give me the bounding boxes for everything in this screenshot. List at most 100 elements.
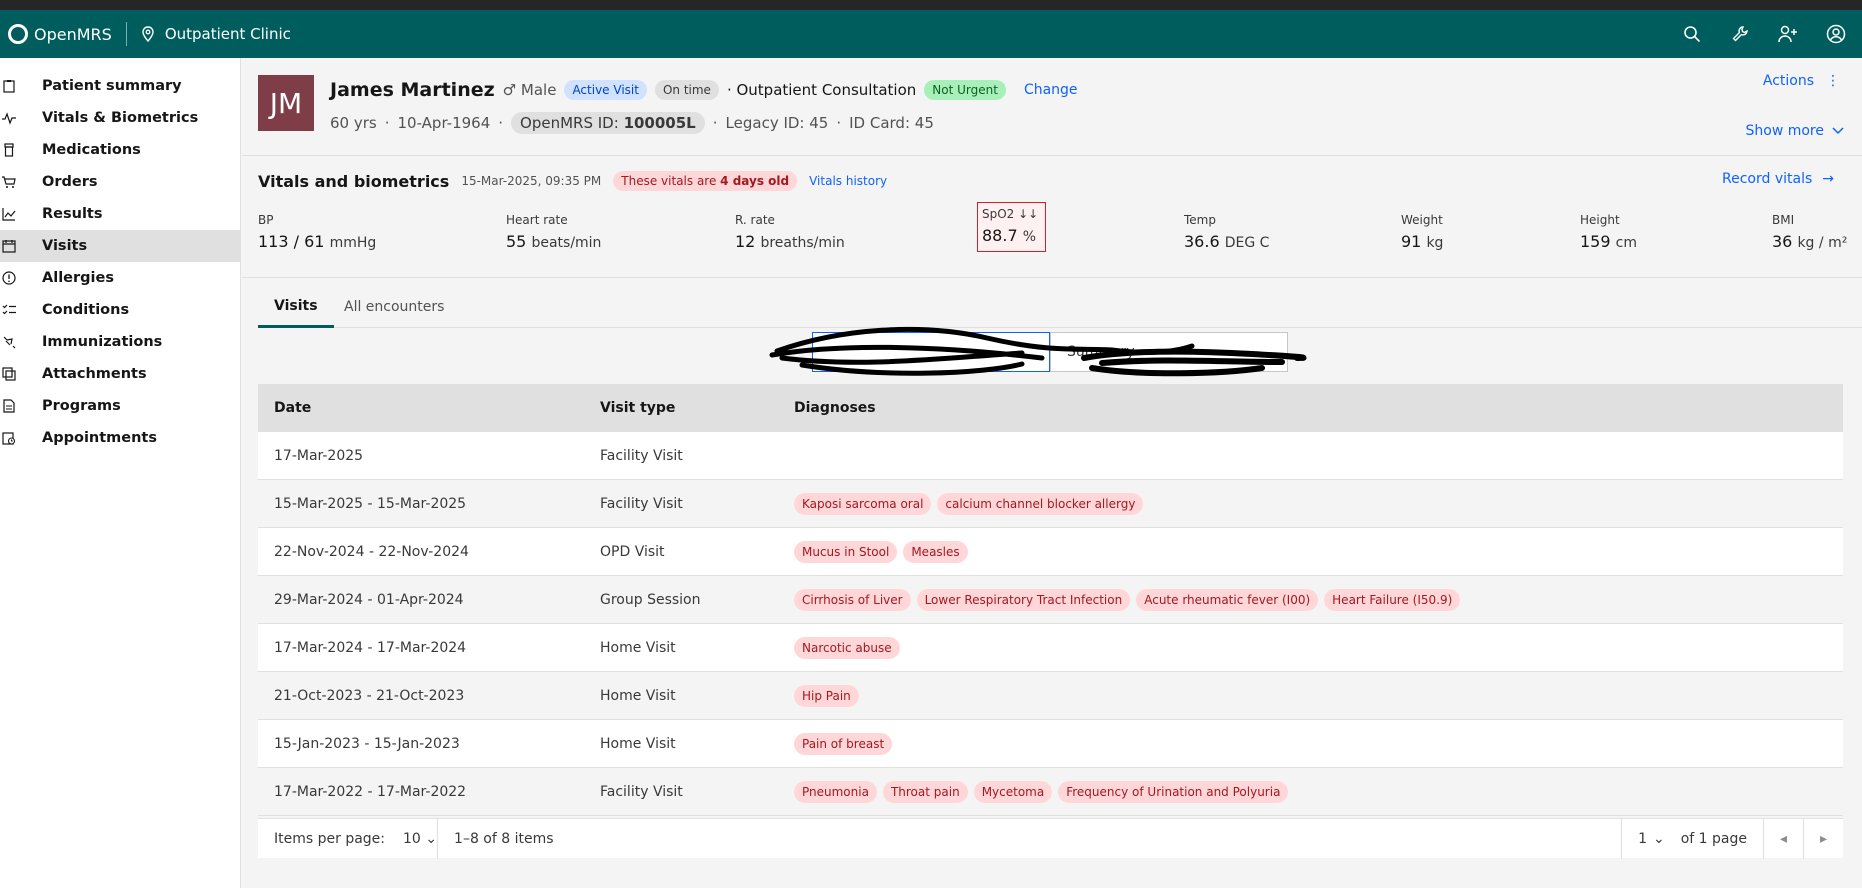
visit-diagnoses: Kaposi sarcoma oral calcium channel block… xyxy=(794,492,1843,515)
warning-age: 4 days old xyxy=(720,174,790,188)
patient-avatar: JM xyxy=(258,75,314,131)
diagnosis-tag: Heart Failure (I50.9) xyxy=(1324,588,1461,611)
diagnosis-tag: Cirrhosis of Liver xyxy=(794,588,911,611)
visit-date: 15-Jan-2023 - 15-Jan-2023 xyxy=(274,735,460,752)
tab-all-encounters[interactable]: All encounters xyxy=(328,286,460,328)
openmrs-logo[interactable]: OpenMRS xyxy=(0,24,112,44)
table-row[interactable]: 29-Mar-2024 - 01-Apr-2024 Group Session Ci… xyxy=(258,576,1843,624)
diagnosis-tag: Lower Respiratory Tract Infection xyxy=(916,588,1131,611)
diagnosis-tag: calcium channel blocker allergy xyxy=(937,492,1144,515)
sidebar-item-vitals[interactable]: Vitals & Biometrics xyxy=(0,102,240,134)
vital-value: 113 / 61 mmHg xyxy=(258,232,377,251)
record-vitals-button[interactable]: Record vitals → xyxy=(1722,171,1834,187)
location-picker[interactable]: Outpatient Clinic xyxy=(141,25,291,43)
priority-tag: Not Urgent xyxy=(924,80,1006,100)
app-header: OpenMRS Outpatient Clinic xyxy=(0,10,1862,58)
visit-type: Facility Visit xyxy=(600,447,683,464)
diagnosis-tag: Pain of breast xyxy=(794,732,893,755)
legacy-id: Legacy ID: 45 xyxy=(725,114,829,132)
switcher-option-summary[interactable]: Summary xyxy=(1050,332,1288,372)
sidebar-item-programs[interactable]: Programs xyxy=(0,390,240,422)
change-visit-link[interactable]: Change xyxy=(1024,82,1078,98)
diagnosis-tag: Mucus in Stool xyxy=(794,540,898,563)
vital-label: SpO2 ↓↓ xyxy=(982,207,1039,221)
vitals-history-link[interactable]: Vitals history xyxy=(809,174,887,188)
sidebar-item-label: Conditions xyxy=(42,302,130,318)
patient-banner: JM James Martinez ♂ Male Active Visit On… xyxy=(242,58,1862,156)
add-user-icon[interactable] xyxy=(1778,24,1798,44)
diagnosis-tag: Throat pain xyxy=(882,780,968,803)
vital-resp-rate: R. rate 12 breaths/min xyxy=(735,213,845,251)
switcher-option-table[interactable] xyxy=(812,332,1050,372)
location-name: Outpatient Clinic xyxy=(164,25,291,43)
table-row[interactable]: 17-Mar-2024 - 17-Mar-2024 Home Visit Narco… xyxy=(258,624,1843,672)
visits-tabs: Visits All encounters xyxy=(258,286,1862,328)
sidebar-item-visits[interactable]: Visits xyxy=(0,230,240,262)
vital-spo2-critical: SpO2 ↓↓ 88.7 % xyxy=(977,202,1046,252)
column-header-visit-type[interactable]: Visit type xyxy=(600,400,794,416)
page-select[interactable]: 1 ⌄ xyxy=(1621,818,1681,859)
view-switcher: Summary xyxy=(812,332,1288,372)
app-name: OpenMRS xyxy=(34,24,112,44)
sidebar-item-results[interactable]: Results xyxy=(0,198,240,230)
sidebar-item-immunizations[interactable]: Immunizations xyxy=(0,326,240,358)
vital-bp: BP 113 / 61 mmHg xyxy=(258,213,376,251)
items-per-page-select[interactable]: 10 ⌄ xyxy=(403,831,437,847)
attachment-icon xyxy=(2,367,16,381)
sidebar-item-attachments[interactable]: Attachments xyxy=(0,358,240,390)
visit-type: OPD Visit xyxy=(600,543,665,560)
header-divider xyxy=(125,22,127,46)
vitals-date: 15-Mar-2025, 09:35 PM xyxy=(461,174,602,188)
pagination-right: 1 ⌄ of 1 page ◂ ▸ xyxy=(1621,818,1843,859)
column-header-diagnoses[interactable]: Diagnoses xyxy=(794,400,1843,416)
wrench-icon[interactable] xyxy=(1730,24,1750,44)
separator-dot: · xyxy=(384,114,390,132)
id-card: ID Card: 45 xyxy=(849,114,934,132)
openmrs-id-pill: OpenMRS ID: 100005L xyxy=(511,112,705,134)
vital-value: 91 kg xyxy=(1401,232,1444,251)
clipboard-icon xyxy=(3,80,15,93)
vital-value: 88.7 % xyxy=(982,226,1037,245)
column-header-date[interactable]: Date xyxy=(258,400,600,416)
search-icon[interactable] xyxy=(1682,24,1702,44)
sidebar-item-conditions[interactable]: Conditions xyxy=(0,294,240,326)
diagnosis-tag: Pneumonia xyxy=(794,780,877,803)
sidebar-item-medications[interactable]: Medications xyxy=(0,134,240,166)
table-row[interactable]: 21-Oct-2023 - 21-Oct-2023 Home Visit Hip P… xyxy=(258,672,1843,720)
arrow-right-icon: → xyxy=(1822,171,1834,187)
warning-circle-icon xyxy=(2,271,16,285)
table-body: 17-Mar-2025 Facility Visit 15-Mar-2025 - 1… xyxy=(258,432,1843,816)
header-actions xyxy=(1682,10,1854,58)
caret-right-icon: ▸ xyxy=(1819,830,1828,847)
next-page-button[interactable]: ▸ xyxy=(1803,818,1843,859)
cart-icon xyxy=(2,176,16,188)
sidebar-item-label: Programs xyxy=(42,398,121,414)
table-pagination: Items per page: 10 ⌄ 1–8 of 8 items 1 ⌄ o… xyxy=(258,818,1843,859)
actions-menu-button[interactable]: Actions ⋮ xyxy=(1763,73,1840,89)
previous-page-button[interactable]: ◂ xyxy=(1763,818,1803,859)
user-avatar-icon[interactable] xyxy=(1826,24,1846,44)
tab-visits[interactable]: Visits xyxy=(258,286,334,328)
sidebar-item-appointments[interactable]: Appointments xyxy=(0,422,240,454)
vital-label: BMI xyxy=(1772,213,1795,227)
patient-name: James Martinez xyxy=(330,79,495,101)
diagnosis-tag: Acute rheumatic fever (I00) xyxy=(1136,588,1319,611)
table-row[interactable]: 17-Mar-2022 - 17-Mar-2022 Facility Visit P… xyxy=(258,768,1843,816)
table-row[interactable]: 17-Mar-2025 Facility Visit xyxy=(258,432,1843,480)
male-icon: ♂ xyxy=(502,81,517,99)
sidebar-item-allergies[interactable]: Allergies xyxy=(0,262,240,294)
visit-type: Group Session xyxy=(600,591,701,608)
table-row[interactable]: 15-Jan-2023 - 15-Jan-2023 Home Visit Pain … xyxy=(258,720,1843,768)
visit-diagnoses: Pain of breast xyxy=(794,732,1843,755)
openmrs-logo-icon xyxy=(8,24,28,44)
sidebar-item-patient-summary[interactable]: Patient summary xyxy=(0,70,240,102)
table-row[interactable]: 15-Mar-2025 - 15-Mar-2025 Facility Visit K… xyxy=(258,480,1843,528)
separator-dot: · xyxy=(836,114,842,132)
patient-info-row: 60 yrs · 10-Apr-1964 · OpenMRS ID: 10000… xyxy=(330,112,934,134)
patient-age: 60 yrs xyxy=(330,114,377,132)
sidebar-item-label: Immunizations xyxy=(42,334,163,350)
sidebar-item-orders[interactable]: Orders xyxy=(0,166,240,198)
show-more-button[interactable]: Show more xyxy=(1746,123,1845,139)
patient-chart-sidebar: Patient summary Vitals & Biometrics Medi… xyxy=(0,58,241,888)
table-row[interactable]: 22-Nov-2024 - 22-Nov-2024 OPD Visit Mucus … xyxy=(258,528,1843,576)
